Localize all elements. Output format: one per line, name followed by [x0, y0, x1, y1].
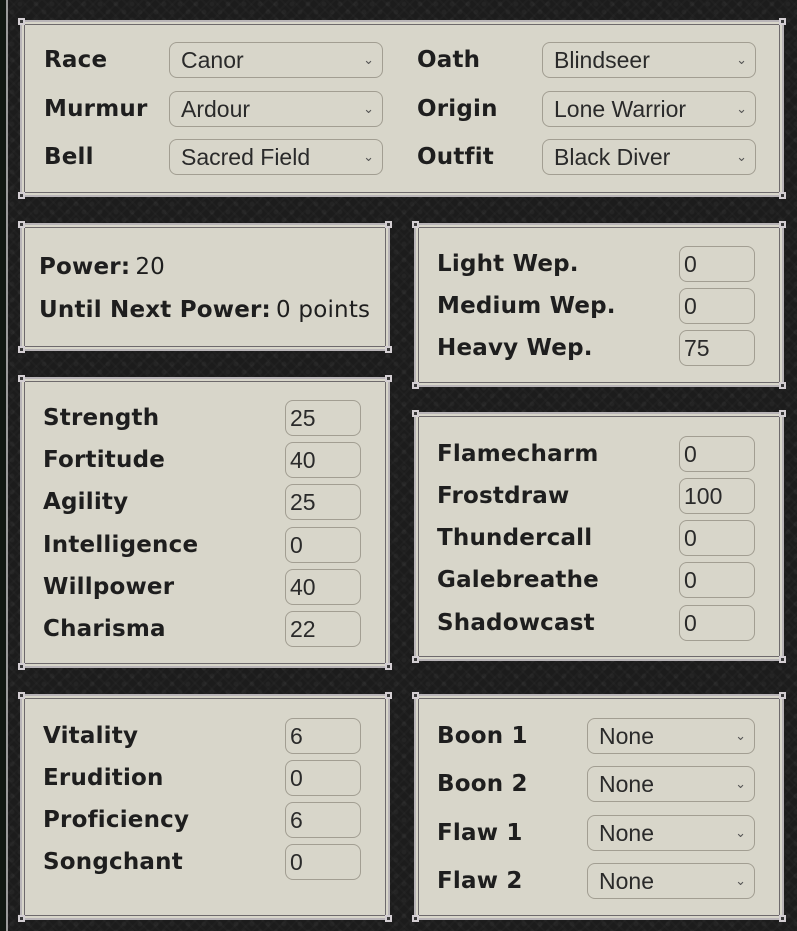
- chevron-down-icon: ⌄: [736, 149, 747, 164]
- strength-label: Strength: [43, 405, 160, 431]
- flaw-1-select[interactable]: None ⌄: [587, 815, 755, 851]
- frame-corner-ornament: [412, 915, 419, 922]
- flaw-1-label: Flaw 1: [437, 820, 523, 846]
- attunements-panel: Flamecharm 0 Frostdraw 100 Thundercall 0…: [412, 410, 786, 663]
- power-panel: Power: 20 Until Next Power: 0 points: [18, 221, 392, 353]
- light-weapon-label: Light Wep.: [437, 251, 579, 277]
- outfit-select[interactable]: Black Diver ⌄: [542, 139, 756, 175]
- boon-2-select[interactable]: None ⌄: [587, 766, 755, 802]
- agility-input[interactable]: 25: [285, 484, 361, 520]
- flaw-2-label: Flaw 2: [437, 868, 523, 894]
- frame-corner-ornament: [18, 346, 25, 353]
- frame-corner-ornament: [779, 192, 786, 199]
- frame-corner-ornament: [779, 692, 786, 699]
- frame-corner-ornament: [412, 221, 419, 228]
- agility-label: Agility: [43, 489, 129, 515]
- boon-1-label: Boon 1: [437, 723, 528, 749]
- charisma-label: Charisma: [43, 616, 166, 642]
- frame-corner-ornament: [385, 663, 392, 670]
- erudition-input[interactable]: 0: [285, 760, 361, 796]
- heavy-weapon-label: Heavy Wep.: [437, 335, 593, 361]
- flaw-2-select[interactable]: None ⌄: [587, 863, 755, 899]
- intelligence-input[interactable]: 0: [285, 527, 361, 563]
- power-value: 20: [135, 254, 166, 280]
- frame-corner-ornament: [779, 221, 786, 228]
- heavy-weapon-input[interactable]: 75: [679, 330, 755, 366]
- attributes-panel: Strength 25 Fortitude 40 Agility 25 Inte…: [18, 375, 392, 670]
- strength-input[interactable]: 25: [285, 400, 361, 436]
- chevron-down-icon: ⌄: [735, 873, 746, 888]
- vitality-input[interactable]: 6: [285, 718, 361, 754]
- medium-weapon-label: Medium Wep.: [437, 293, 616, 319]
- frame-corner-ornament: [412, 410, 419, 417]
- investments-panel: Vitality 6 Erudition 0 Proficiency 6 Son…: [18, 692, 392, 922]
- thundercall-input[interactable]: 0: [679, 520, 755, 556]
- willpower-input[interactable]: 40: [285, 569, 361, 605]
- vitality-label: Vitality: [43, 723, 139, 749]
- fortitude-label: Fortitude: [43, 447, 166, 473]
- frostdraw-label: Frostdraw: [437, 483, 570, 509]
- origin-label: Origin: [417, 96, 498, 122]
- frostdraw-input[interactable]: 100: [679, 478, 755, 514]
- proficiency-label: Proficiency: [43, 807, 190, 833]
- boon-2-label: Boon 2: [437, 771, 528, 797]
- shadowcast-label: Shadowcast: [437, 610, 595, 636]
- chevron-down-icon: ⌄: [736, 52, 747, 67]
- next-power-value: 0 points: [276, 297, 371, 323]
- left-divider: [6, 0, 8, 931]
- charisma-input[interactable]: 22: [285, 611, 361, 647]
- frame-corner-ornament: [18, 915, 25, 922]
- frame-corner-ornament: [385, 346, 392, 353]
- frame-corner-ornament: [779, 656, 786, 663]
- weapons-panel: Light Wep. 0 Medium Wep. 0 Heavy Wep. 75: [412, 221, 786, 389]
- fortitude-input[interactable]: 40: [285, 442, 361, 478]
- frame-corner-ornament: [385, 915, 392, 922]
- frame-corner-ornament: [385, 692, 392, 699]
- willpower-label: Willpower: [43, 574, 175, 600]
- erudition-label: Erudition: [43, 765, 164, 791]
- frame-corner-ornament: [18, 192, 25, 199]
- chevron-down-icon: ⌄: [736, 101, 747, 116]
- frame-corner-ornament: [385, 221, 392, 228]
- next-power-label: Until Next Power:: [39, 297, 271, 323]
- flamecharm-label: Flamecharm: [437, 441, 599, 467]
- outfit-label: Outfit: [417, 144, 495, 170]
- galebreathe-input[interactable]: 0: [679, 562, 755, 598]
- frame-corner-ornament: [412, 382, 419, 389]
- medium-weapon-input[interactable]: 0: [679, 288, 755, 324]
- frame-corner-ornament: [18, 18, 25, 25]
- chevron-down-icon: ⌄: [735, 825, 746, 840]
- frame-corner-ornament: [779, 18, 786, 25]
- light-weapon-input[interactable]: 0: [679, 246, 755, 282]
- frame-corner-ornament: [18, 375, 25, 382]
- frame-corner-ornament: [18, 221, 25, 228]
- thundercall-label: Thundercall: [437, 525, 593, 551]
- oath-label: Oath: [417, 47, 481, 73]
- chevron-down-icon: ⌄: [735, 776, 746, 791]
- frame-corner-ornament: [385, 375, 392, 382]
- flamecharm-input[interactable]: 0: [679, 436, 755, 472]
- power-label: Power:: [39, 254, 131, 280]
- identity-panel: Race Canor ⌄ Murmur Ardour ⌄ Bell Sacred F…: [18, 18, 786, 199]
- frame-corner-ornament: [779, 410, 786, 417]
- frame-corner-ornament: [18, 692, 25, 699]
- songchant-label: Songchant: [43, 849, 183, 875]
- oath-select[interactable]: Blindseer ⌄: [542, 42, 756, 78]
- frame-corner-ornament: [18, 663, 25, 670]
- traits-panel: Boon 1 None ⌄ Boon 2 None ⌄ Flaw 1 None ⌄ F…: [412, 692, 786, 922]
- frame-corner-ornament: [779, 382, 786, 389]
- frame-corner-ornament: [779, 915, 786, 922]
- frame-corner-ornament: [412, 656, 419, 663]
- frame-corner-ornament: [412, 692, 419, 699]
- songchant-input[interactable]: 0: [285, 844, 361, 880]
- origin-select[interactable]: Lone Warrior ⌄: [542, 91, 756, 127]
- shadowcast-input[interactable]: 0: [679, 605, 755, 641]
- boon-1-select[interactable]: None ⌄: [587, 718, 755, 754]
- chevron-down-icon: ⌄: [735, 728, 746, 743]
- intelligence-label: Intelligence: [43, 532, 199, 558]
- proficiency-input[interactable]: 6: [285, 802, 361, 838]
- galebreathe-label: Galebreathe: [437, 567, 599, 593]
